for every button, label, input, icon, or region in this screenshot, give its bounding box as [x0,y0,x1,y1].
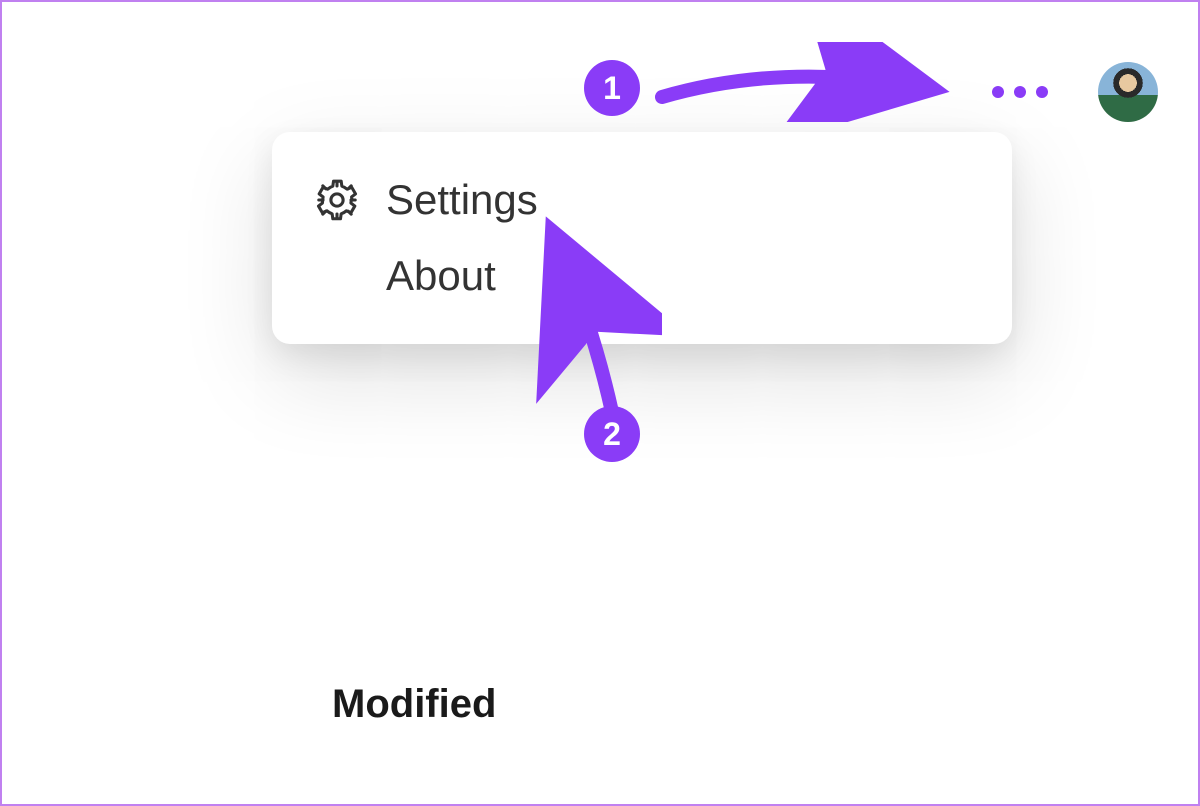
column-header-modified: Modified [332,682,496,727]
menu-icon-placeholder [314,253,360,299]
ellipsis-dot-icon [1014,86,1026,98]
ellipsis-dot-icon [1036,86,1048,98]
gear-icon [314,177,360,223]
ellipsis-dot-icon [992,86,1004,98]
overflow-menu: Settings About [272,132,1012,344]
annotation-arrow-1 [642,42,962,122]
menu-item-label: Settings [386,176,538,224]
annotation-badge-2: 2 [584,406,640,462]
more-options-button[interactable] [982,76,1058,108]
annotation-badge-1: 1 [584,60,640,116]
menu-item-settings[interactable]: Settings [306,162,978,238]
topbar [982,62,1158,122]
avatar[interactable] [1098,62,1158,122]
menu-item-about[interactable]: About [306,238,978,314]
menu-item-label: About [386,252,496,300]
